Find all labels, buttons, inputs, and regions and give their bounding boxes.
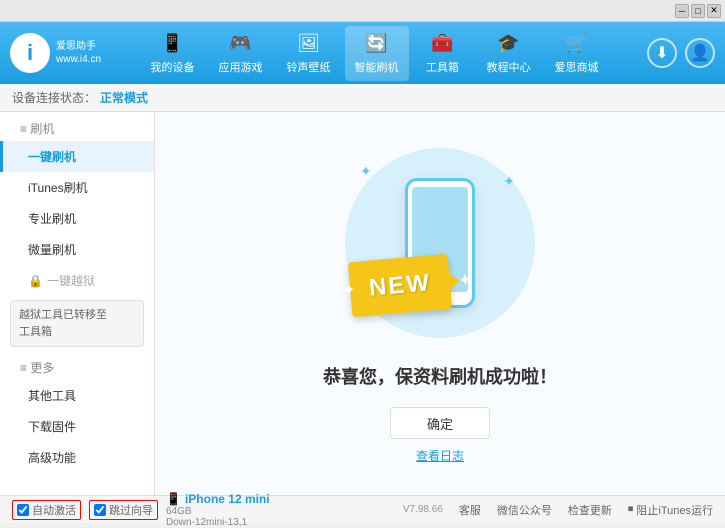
skip-guide-checkbox[interactable] (94, 504, 106, 516)
nav-toolbox[interactable]: 🧰 工具箱 (413, 26, 473, 81)
history-link[interactable]: 查看日志 (416, 447, 464, 464)
logo-icon: i (10, 33, 50, 73)
profile-button[interactable]: 👤 (685, 38, 715, 68)
header: i 爱思助手 www.i4.cn 📱 我的设备 🎮 应用游戏 🖼 铃声壁纸 🔄 … (0, 22, 725, 84)
nav-items: 📱 我的设备 🎮 应用游戏 🖼 铃声壁纸 🔄 智能刷机 🧰 工具箱 🎓 教程中心… (110, 26, 639, 81)
customer-service-link[interactable]: 客服 (459, 502, 481, 518)
ringtone-icon: 🖼 (297, 32, 321, 56)
auto-detect-label[interactable]: 自动激活 (12, 500, 81, 520)
sidebar-item-download-firmware[interactable]: 下载固件 (0, 411, 154, 442)
toolbox-icon: 🧰 (431, 32, 455, 56)
sparkle-icon-1: ✦ (360, 163, 372, 180)
status-label: 设备连接状态： (12, 89, 96, 106)
stop-icon: ⏹ (628, 503, 634, 516)
maximize-button[interactable]: □ (691, 4, 705, 18)
sidebar-item-one-key-flash[interactable]: 一键刷机 (0, 141, 154, 172)
title-bar: ─ □ ✕ (0, 0, 725, 22)
sidebar-item-itunes-flash[interactable]: iTunes刷机 (0, 172, 154, 203)
device-phone-icon: 📱 (166, 492, 181, 506)
mall-icon: 🛒 (565, 32, 589, 56)
window-controls[interactable]: ─ □ ✕ (675, 4, 721, 18)
sidebar-item-pro-flash[interactable]: 专业刷机 (0, 203, 154, 234)
device-firmware: Down-12mini-13,1 (166, 517, 270, 528)
device-name: 📱 iPhone 12 mini (166, 492, 270, 506)
sidebar: ≡ 刷机 一键刷机 iTunes刷机 专业刷机 微量刷机 🔒一键越狱 越狱工具已… (0, 112, 155, 495)
phone-illustration: ✦ ✦ ✦ ✦ NEW ✦ (340, 143, 540, 343)
device-storage: 64GB (166, 506, 270, 517)
sidebar-item-free-flash[interactable]: 微量刷机 (0, 234, 154, 265)
header-right: ⬇ 👤 (647, 38, 715, 68)
sidebar-section-jailbreak: 🔒一键越狱 (0, 265, 154, 296)
minimize-button[interactable]: ─ (675, 4, 689, 18)
sparkle-icon-2: ✦ (503, 173, 515, 190)
star-right-icon: ✦ (457, 269, 472, 290)
tutorial-icon: 🎓 (497, 32, 521, 56)
download-button[interactable]: ⬇ (647, 38, 677, 68)
success-message: 恭喜您，保资料刷机成功啦！ (323, 363, 557, 389)
skip-guide-label[interactable]: 跳过向导 (89, 500, 158, 520)
content-area: ✦ ✦ ✦ ✦ NEW ✦ 恭喜您，保资料刷机成功啦！ 确定 查看日志 (155, 112, 725, 495)
bottom-right: V7.98.66 客服 微信公众号 检查更新 ⏹ 阻止iTunes运行 (403, 502, 713, 518)
device-icon: 📱 (161, 32, 185, 56)
logo-area: i 爱思助手 www.i4.cn (10, 33, 110, 73)
status-value: 正常模式 (100, 89, 148, 106)
main-layout: ≡ 刷机 一键刷机 iTunes刷机 专业刷机 微量刷机 🔒一键越狱 越狱工具已… (0, 112, 725, 495)
close-button[interactable]: ✕ (707, 4, 721, 18)
bottom-bar: 自动激活 跳过向导 📱 iPhone 12 mini 64GB Down-12m… (0, 495, 725, 523)
status-bar: 设备连接状态： 正常模式 (0, 84, 725, 112)
nav-apps-games[interactable]: 🎮 应用游戏 (209, 26, 273, 81)
sidebar-section-more: ≡ 更多 (0, 351, 154, 380)
nav-tutorial[interactable]: 🎓 教程中心 (477, 26, 541, 81)
device-info: 📱 iPhone 12 mini 64GB Down-12mini-13,1 (166, 492, 270, 528)
nav-my-device[interactable]: 📱 我的设备 (141, 26, 205, 81)
check-update-link[interactable]: 检查更新 (568, 502, 612, 518)
star-left-icon: ✦ (341, 279, 356, 300)
sidebar-item-advanced[interactable]: 高级功能 (0, 442, 154, 473)
nav-smart-shop[interactable]: 🔄 智能刷机 (345, 26, 409, 81)
auto-detect-checkbox[interactable] (17, 504, 29, 516)
apps-icon: 🎮 (229, 32, 253, 56)
sidebar-section-flash: ≡ 刷机 (0, 112, 154, 141)
sidebar-item-other-tools[interactable]: 其他工具 (0, 380, 154, 411)
new-ribbon: ✦ NEW ✦ (348, 254, 452, 318)
nav-wei-mall[interactable]: 🛒 爱思商城 (545, 26, 609, 81)
version-label: V7.98.66 (403, 504, 443, 515)
bottom-left: 自动激活 跳过向导 📱 iPhone 12 mini 64GB Down-12m… (12, 492, 270, 528)
sidebar-jailbreak-info: 越狱工具已转移至工具箱 (10, 300, 144, 347)
wechat-link[interactable]: 微信公众号 (497, 502, 552, 518)
logo-text: 爱思助手 www.i4.cn (56, 40, 101, 66)
nav-ringtone[interactable]: 🖼 铃声壁纸 (277, 26, 341, 81)
new-badge-text: NEW (368, 269, 432, 302)
confirm-button[interactable]: 确定 (390, 407, 490, 439)
stop-itunes-button[interactable]: ⏹ 阻止iTunes运行 (628, 502, 713, 518)
smart-shop-icon: 🔄 (365, 32, 389, 56)
